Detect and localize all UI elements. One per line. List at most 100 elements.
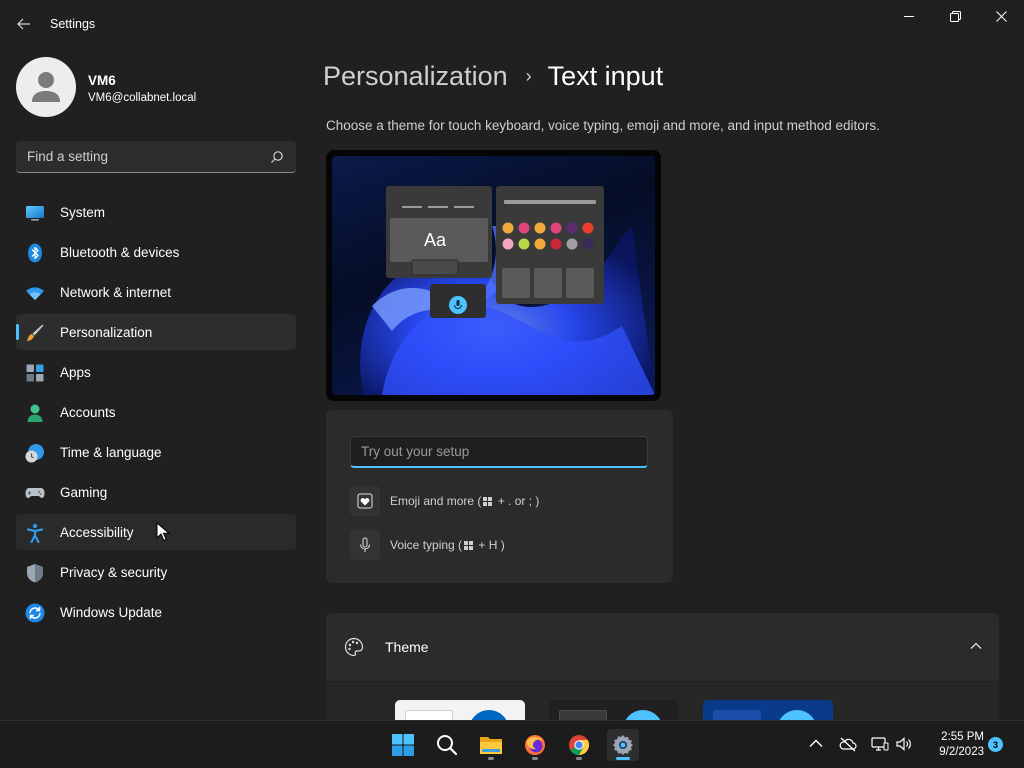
chrome-icon xyxy=(569,735,590,756)
person-placeholder-icon xyxy=(32,72,60,102)
minimize-icon xyxy=(903,15,914,17)
emoji-dot xyxy=(582,238,594,250)
restore-button[interactable] xyxy=(932,0,978,32)
try-out-input[interactable] xyxy=(350,436,648,468)
taskbar-search-button[interactable] xyxy=(431,729,463,761)
sidebar-item-label: Bluetooth & devices xyxy=(60,245,180,260)
emoji-dot xyxy=(550,222,562,234)
start-icon xyxy=(392,734,414,756)
running-indicator xyxy=(532,757,538,760)
sidebar-item-label: Personalization xyxy=(60,325,153,340)
search-box[interactable] xyxy=(16,141,296,173)
emoji-dot xyxy=(550,238,562,250)
system-clock[interactable]: 2:55 PM 9/2/2023 xyxy=(922,730,984,760)
brush-icon xyxy=(26,324,44,341)
emoji-heart-icon xyxy=(350,486,380,516)
back-arrow-icon xyxy=(17,18,30,30)
volume-icon[interactable] xyxy=(895,735,913,753)
emoji-shortcut-row[interactable]: Emoji and more ( + . or ; ) xyxy=(350,486,539,516)
user-email: VM6@collabnet.local xyxy=(88,92,197,104)
sidebar-item-label: Gaming xyxy=(60,485,108,500)
back-button[interactable] xyxy=(10,10,38,38)
sidebar-item-accounts[interactable]: Accounts xyxy=(16,394,296,430)
sidebar-item-label: Network & internet xyxy=(60,285,172,300)
wifi-icon xyxy=(26,287,44,300)
bloom-wallpaper-graphic: Aa xyxy=(360,186,655,395)
clock-date: 9/2/2023 xyxy=(939,746,984,758)
restore-icon xyxy=(949,10,961,22)
sidebar-item-label: Time & language xyxy=(60,445,162,460)
keyboard-theme-preview: Aa xyxy=(326,150,661,401)
search-icon xyxy=(437,735,458,756)
windows-key-icon xyxy=(483,497,493,506)
windows-key-icon xyxy=(464,541,474,550)
theme-option-dark[interactable] xyxy=(549,700,679,720)
firefox-icon xyxy=(525,735,545,755)
chevron-right-icon: › xyxy=(525,65,532,86)
theme-expander[interactable]: Theme xyxy=(326,613,999,681)
emoji-dot xyxy=(566,238,578,250)
chevron-up-icon[interactable] xyxy=(969,639,983,653)
search-input[interactable] xyxy=(16,141,266,172)
emoji-dot xyxy=(582,222,594,234)
chevron-up-icon[interactable] xyxy=(807,735,825,753)
selection-indicator xyxy=(16,324,19,340)
sidebar-item-label: Windows Update xyxy=(60,605,163,620)
clock-globe-icon xyxy=(25,444,44,463)
running-indicator xyxy=(576,757,582,760)
emoji-dot xyxy=(518,222,530,234)
preview-wallpaper: Aa xyxy=(332,156,655,395)
apps-icon xyxy=(26,364,44,382)
emoji-dot xyxy=(502,238,514,250)
system-icon xyxy=(26,206,44,221)
title-bar: Settings xyxy=(0,0,1024,48)
sidebar-nav: System Bluetooth & devices Network & int… xyxy=(16,194,296,634)
chrome-button[interactable] xyxy=(563,729,595,761)
avatar[interactable] xyxy=(16,57,76,117)
app-title: Settings xyxy=(50,17,96,31)
emoji-dot xyxy=(534,222,546,234)
sidebar-item-time-language[interactable]: Time & language xyxy=(16,434,296,470)
accessibility-icon xyxy=(26,523,44,543)
try-it-out-card: Emoji and more ( + . or ; ) Voice typing… xyxy=(326,410,673,583)
page-description: Choose a theme for touch keyboard, voice… xyxy=(326,118,880,133)
start-button[interactable] xyxy=(387,729,419,761)
sidebar-item-apps[interactable]: Apps xyxy=(16,354,296,390)
theme-option-blue[interactable] xyxy=(703,700,833,720)
notification-badge[interactable]: 3 xyxy=(988,737,1003,752)
settings-button[interactable] xyxy=(607,729,639,761)
shield-icon xyxy=(27,564,43,583)
network-icon[interactable] xyxy=(871,735,889,753)
user-name: VM6 xyxy=(88,73,116,88)
sidebar-item-label: System xyxy=(60,205,106,220)
person-icon xyxy=(27,404,43,422)
sidebar-item-personalization[interactable]: Personalization xyxy=(16,314,296,350)
emoji-dot xyxy=(566,222,578,234)
sidebar-item-label: Accounts xyxy=(60,405,116,420)
clock-time: 2:55 PM xyxy=(941,731,984,743)
file-explorer-button[interactable] xyxy=(475,729,507,761)
sidebar-item-windows-update[interactable]: Windows Update xyxy=(16,594,296,630)
file-explorer-icon xyxy=(480,737,502,754)
palette-icon xyxy=(344,637,364,657)
onedrive-offline-icon[interactable] xyxy=(839,735,857,753)
taskbar: 2:55 PM 9/2/2023 3 xyxy=(0,720,1024,768)
sidebar-item-gaming[interactable]: Gaming xyxy=(16,474,296,510)
sidebar-item-label: Apps xyxy=(60,365,91,380)
mouse-cursor-icon xyxy=(156,522,170,542)
theme-option-light[interactable] xyxy=(395,700,525,720)
breadcrumb-parent[interactable]: Personalization xyxy=(323,61,508,92)
sidebar-item-network[interactable]: Network & internet xyxy=(16,274,296,310)
minimize-button[interactable] xyxy=(886,0,932,32)
search-icon[interactable] xyxy=(270,150,284,164)
close-button[interactable] xyxy=(978,0,1024,32)
sidebar-item-label: Accessibility xyxy=(60,525,134,540)
sidebar-item-system[interactable]: System xyxy=(16,194,296,230)
theme-options xyxy=(326,682,999,720)
voice-typing-row[interactable]: Voice typing ( + H ) xyxy=(350,530,505,560)
emoji-shortcut-label: Emoji and more ( + . or ; ) xyxy=(390,494,540,508)
firefox-button[interactable] xyxy=(519,729,551,761)
sidebar-item-bluetooth[interactable]: Bluetooth & devices xyxy=(16,234,296,270)
sidebar-item-privacy[interactable]: Privacy & security xyxy=(16,554,296,590)
emoji-dot xyxy=(502,222,514,234)
